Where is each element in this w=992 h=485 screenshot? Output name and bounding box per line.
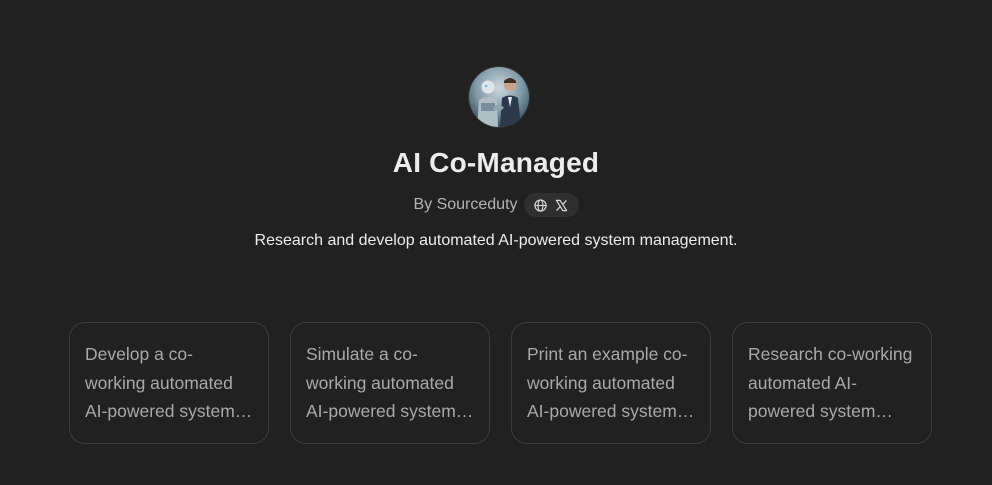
conversation-starter-text: Simulate a co-working automated AI-power… bbox=[306, 344, 456, 421]
conversation-starter-text: Research co-working automated AI-powered… bbox=[748, 344, 913, 421]
gpt-avatar bbox=[469, 67, 529, 127]
conversation-starter-button[interactable]: Develop a co-working automated AI-powere… bbox=[69, 322, 269, 444]
conversation-starter-button[interactable]: Print an example co-working automated AI… bbox=[511, 322, 711, 444]
gpt-title: AI Co-Managed bbox=[392, 147, 600, 178]
conversation-starters: Develop a co-working automated AI-powere… bbox=[69, 322, 932, 444]
gpt-description: Research and develop automated AI-powere… bbox=[254, 232, 738, 249]
conversation-starter-button[interactable]: Simulate a co-working automated AI-power… bbox=[290, 322, 490, 444]
gpt-landing-page: AI Co-Managed By Sourceduty Research and… bbox=[0, 0, 992, 485]
conversation-starter-text: Develop a co-working automated AI-powere… bbox=[85, 344, 235, 421]
conversation-starter-text: Print an example co-working automated AI… bbox=[527, 344, 688, 421]
robot-and-man-handshake-image bbox=[469, 67, 529, 127]
globe-icon[interactable] bbox=[533, 198, 548, 213]
conversation-starter-button[interactable]: Research co-working automated AI-powered… bbox=[732, 322, 932, 444]
x-logo-icon[interactable] bbox=[554, 198, 569, 213]
author-links bbox=[523, 193, 579, 217]
author-byline: By Sourceduty bbox=[413, 196, 518, 213]
gpt-byline: By Sourceduty bbox=[0, 192, 992, 218]
